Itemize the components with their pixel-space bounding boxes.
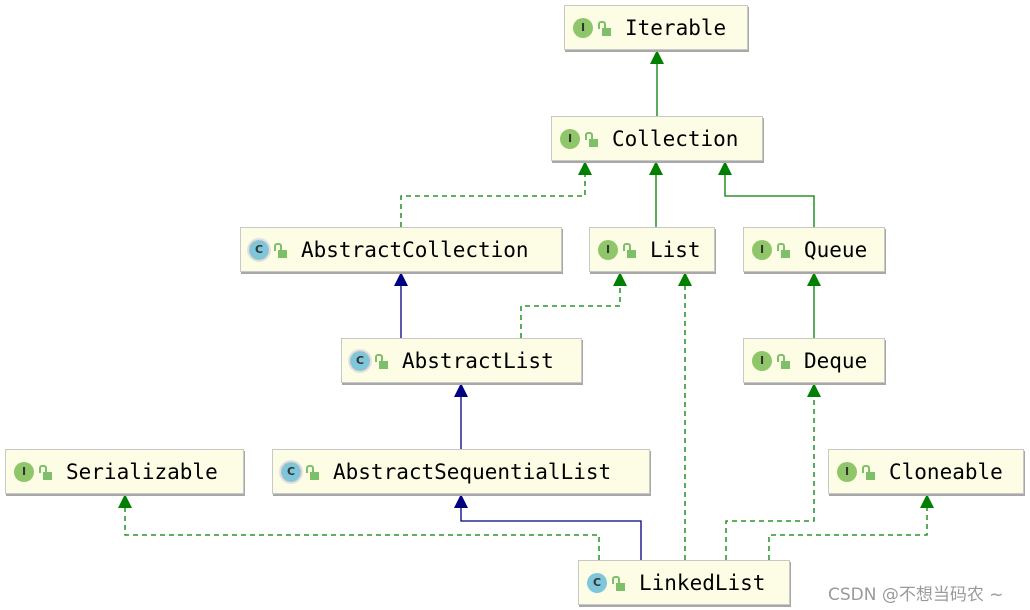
node-label: Queue — [804, 237, 868, 262]
edge-line — [768, 506, 928, 560]
interface-icon: I — [837, 461, 857, 482]
node-list[interactable]: I List — [589, 227, 715, 272]
edges-layer — [118, 50, 934, 560]
edge-linkedlist-to-deque — [725, 383, 821, 560]
edge-abstractlist-to-list — [520, 272, 627, 338]
edge-line — [124, 506, 600, 560]
public-lock-icon — [39, 464, 52, 480]
node-collection[interactable]: I Collection — [551, 116, 763, 161]
node-label: List — [650, 237, 701, 262]
node-deque[interactable]: I Deque — [743, 338, 885, 383]
node-serializable[interactable]: I Serializable — [5, 449, 244, 494]
edge-abstractlist-to-abstractcollection — [394, 272, 408, 338]
arrowhead-icon — [649, 161, 663, 175]
edge-queue-to-collection — [718, 161, 815, 227]
arrowhead-icon — [454, 494, 468, 508]
public-lock-icon — [862, 464, 875, 480]
node-label: AbstractCollection — [301, 237, 529, 262]
interface-icon: I — [14, 461, 34, 482]
edge-collection-to-iterable — [650, 50, 664, 116]
interface-icon: I — [560, 128, 580, 149]
edge-line — [520, 284, 621, 338]
public-lock-icon — [612, 575, 625, 591]
interface-icon: I — [752, 239, 772, 260]
interface-icon: I — [752, 350, 772, 371]
arrowhead-icon — [394, 272, 408, 286]
node-queue[interactable]: I Queue — [743, 227, 885, 272]
edge-list-to-collection — [649, 161, 663, 227]
node-iterable[interactable]: I Iterable — [564, 5, 748, 50]
node-abstractsequentiallist[interactable]: C AbstractSequentialList — [272, 449, 650, 494]
public-lock-icon — [306, 464, 319, 480]
edge-linkedlist-to-serializable — [118, 494, 600, 560]
class-icon: C — [587, 572, 607, 593]
edge-linkedlist-to-abstractsequentiallist — [454, 494, 642, 560]
node-abstractcollection[interactable]: C AbstractCollection — [240, 227, 562, 272]
edge-deque-to-queue — [807, 272, 821, 338]
edge-line — [724, 173, 815, 227]
edge-linkedlist-to-cloneable — [768, 494, 934, 560]
edge-linkedlist-to-list — [678, 272, 692, 560]
arrowhead-icon — [650, 50, 664, 64]
node-label: AbstractList — [402, 348, 554, 373]
arrowhead-icon — [118, 494, 132, 508]
arrowhead-icon — [807, 383, 821, 397]
interface-icon: I — [573, 17, 593, 38]
public-lock-icon — [598, 20, 611, 36]
public-lock-icon — [274, 242, 287, 258]
public-lock-icon — [585, 131, 598, 147]
node-label: Iterable — [625, 15, 727, 40]
node-cloneable[interactable]: I Cloneable — [828, 449, 1024, 494]
arrowhead-icon — [613, 272, 627, 286]
watermark: CSDN @不想当码农 ~ — [828, 585, 1004, 605]
node-label: Cloneable — [889, 459, 1003, 484]
arrowhead-icon — [807, 272, 821, 286]
public-lock-icon — [777, 353, 790, 369]
edge-abstractsequentiallist-to-abstractlist — [454, 383, 468, 449]
edge-line — [400, 173, 586, 227]
arrowhead-icon — [454, 383, 468, 397]
arrowhead-icon — [718, 161, 732, 175]
abstract-class-icon: C — [249, 239, 269, 260]
interface-icon: I — [598, 239, 618, 260]
public-lock-icon — [375, 353, 388, 369]
node-linkedlist[interactable]: C LinkedList — [578, 560, 790, 605]
arrowhead-icon — [578, 161, 592, 175]
node-label: Serializable — [66, 459, 218, 484]
abstract-class-icon: C — [281, 461, 301, 482]
public-lock-icon — [623, 242, 636, 258]
node-label: AbstractSequentialList — [333, 459, 612, 484]
arrowhead-icon — [920, 494, 934, 508]
node-abstractlist[interactable]: C AbstractList — [341, 338, 582, 383]
node-label: Deque — [804, 348, 868, 373]
public-lock-icon — [777, 242, 790, 258]
arrowhead-icon — [678, 272, 692, 286]
abstract-class-icon: C — [350, 350, 370, 371]
node-label: LinkedList — [639, 570, 766, 595]
edge-line — [460, 506, 642, 560]
edge-abstractcollection-to-collection — [400, 161, 592, 227]
node-label: Collection — [612, 126, 739, 151]
